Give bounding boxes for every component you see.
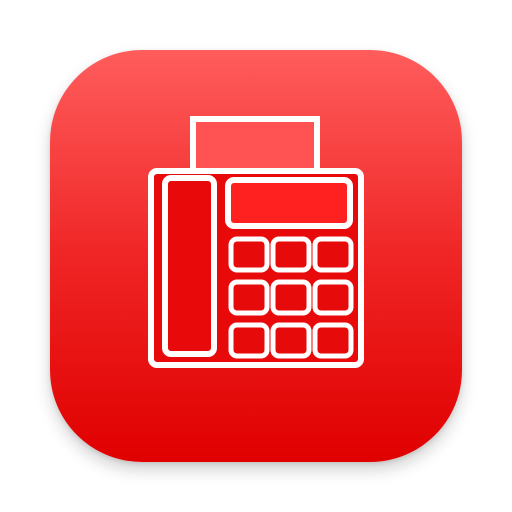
fax-app-icon[interactable] (50, 50, 462, 462)
fax-key (228, 322, 270, 359)
fax-key (312, 236, 354, 273)
fax-key (270, 279, 312, 316)
fax-display (225, 177, 353, 229)
stage (0, 0, 512, 512)
fax-key (270, 236, 312, 273)
fax-key (228, 279, 270, 316)
fax-key (228, 236, 270, 273)
fax-keypad (228, 236, 354, 359)
fax-key (312, 322, 354, 359)
fax-handset (162, 175, 217, 357)
fax-icon (50, 50, 462, 462)
fax-key (312, 279, 354, 316)
fax-key (270, 322, 312, 359)
fax-paper (190, 116, 320, 179)
